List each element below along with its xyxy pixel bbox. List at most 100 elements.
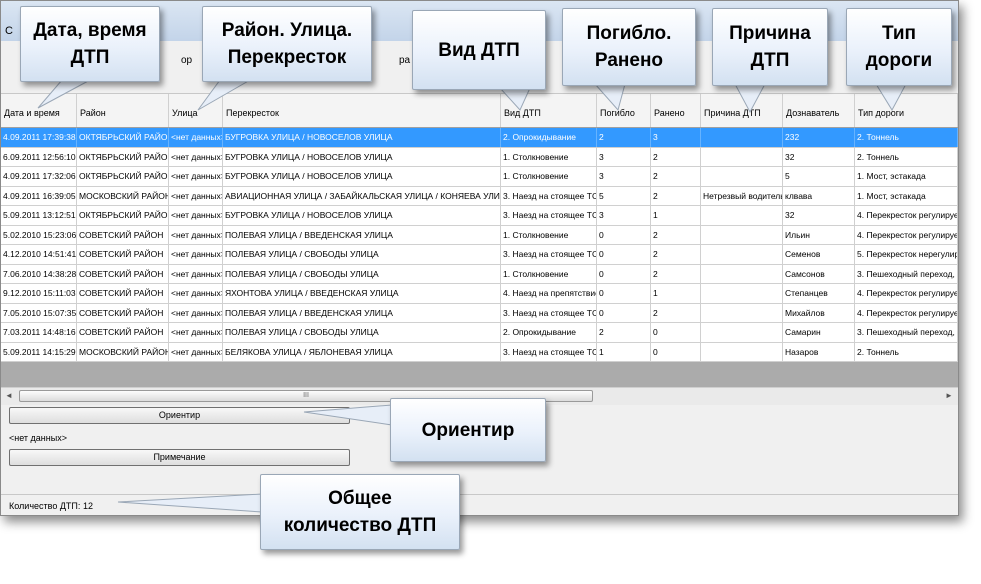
cell-investigator[interactable]: 5 [783,167,855,186]
cell-cause[interactable] [701,323,783,342]
header-road-type[interactable]: Тип дороги [855,94,958,127]
cell-type[interactable]: 3. Наезд на стоящее ТС [501,186,597,206]
cell-killed[interactable]: 3 [597,167,651,186]
cell-intersection[interactable]: БУГРОВКА УЛИЦА / НОВОСЕЛОВ УЛИЦА [223,147,501,167]
cell-district[interactable]: СОВЕТСКИЙ РАЙОН [77,323,169,342]
table-row[interactable]: 9.12.2010 15:11:03 СОВЕТСКИЙ РАЙОН <нет да… [1,284,958,304]
cell-district[interactable]: ОКТЯБРЬСКИЙ РАЙОН [77,147,169,167]
cell-type[interactable]: 2. Опрокидывание [501,323,597,342]
cell-type[interactable]: 1. Столкновение [501,167,597,186]
cell-injured[interactable]: 1 [651,284,701,303]
cell-killed[interactable]: 0 [597,284,651,303]
table-row[interactable]: 4.12.2010 14:51:41 СОВЕТСКИЙ РАЙОН <нет да… [1,245,958,265]
cell-intersection[interactable]: ПОЛЕВАЯ УЛИЦА / СВОБОДЫ УЛИЦА [223,245,501,264]
cell-investigator[interactable]: Назаров [783,342,855,362]
cell-type[interactable]: 4. Наезд на препятствие [501,284,597,303]
cell-cause[interactable]: Нетрезвый водитель [701,186,783,206]
cell-district[interactable]: МОСКОВСКИЙ РАЙОН [77,186,169,206]
table-row[interactable]: 5.09.2011 14:15:29 МОСКОВСКИЙ РАЙОН <нет д… [1,342,958,362]
cell-cause[interactable] [701,128,783,147]
cell-street[interactable]: <нет данных> [169,284,223,303]
cell-injured[interactable]: 2 [651,147,701,167]
cell-killed[interactable]: 3 [597,147,651,167]
table-row[interactable]: 6.09.2011 12:56:10 ОКТЯБРЬСКИЙ РАЙОН <нет … [1,147,958,167]
table-row[interactable]: 4.09.2011 16:39:05 МОСКОВСКИЙ РАЙОН <нет д… [1,186,958,206]
table-row[interactable]: 4.09.2011 17:32:06 ОКТЯБРЬСКИЙ РАЙОН <нет … [1,167,958,187]
cell-datetime[interactable]: 5.09.2011 13:12:51 [1,206,77,225]
header-intersection[interactable]: Перекресток [223,94,501,127]
cell-investigator[interactable]: 32 [783,147,855,167]
cell-type[interactable]: 3. Наезд на стоящее ТС [501,206,597,225]
cell-street[interactable]: <нет данных> [169,342,223,362]
cell-street[interactable]: <нет данных> [169,225,223,245]
cell-road-type[interactable]: 5. Перекресток нерегулиру [855,245,958,264]
cell-cause[interactable] [701,264,783,284]
cell-killed[interactable]: 2 [597,323,651,342]
cell-datetime[interactable]: 6.09.2011 12:56:10 [1,147,77,167]
cell-intersection[interactable]: ПОЛЕВАЯ УЛИЦА / ВВЕДЕНСКАЯ УЛИЦА [223,225,501,245]
cell-cause[interactable] [701,245,783,264]
cell-intersection[interactable]: БУГРОВКА УЛИЦА / НОВОСЕЛОВ УЛИЦА [223,206,501,225]
cell-district[interactable]: МОСКОВСКИЙ РАЙОН [77,342,169,362]
cell-investigator[interactable]: 32 [783,206,855,225]
table-row[interactable]: 4.09.2011 17:39:38 ОКТЯБРЬСКИЙ РАЙОН <нет … [1,128,958,148]
cell-datetime[interactable]: 4.09.2011 17:39:38 [1,128,77,147]
cell-datetime[interactable]: 5.02.2010 15:23:06 [1,225,77,245]
cell-road-type[interactable]: 1. Мост, эстакада [855,167,958,186]
cell-type[interactable]: 3. Наезд на стоящее ТС [501,303,597,323]
table-row[interactable]: 7.03.2011 14:48:16 СОВЕТСКИЙ РАЙОН <нет да… [1,323,958,343]
cell-street[interactable]: <нет данных> [169,206,223,225]
cell-road-type[interactable]: 4. Перекресток регулируем [855,284,958,303]
cell-datetime[interactable]: 4.12.2010 14:51:41 [1,245,77,264]
cell-injured[interactable]: 1 [651,206,701,225]
table-row[interactable]: 5.02.2010 15:23:06 СОВЕТСКИЙ РАЙОН <нет да… [1,225,958,245]
cell-intersection[interactable]: ПОЛЕВАЯ УЛИЦА / СВОБОДЫ УЛИЦА [223,323,501,342]
cell-road-type[interactable]: 1. Мост, эстакада [855,186,958,206]
cell-street[interactable]: <нет данных> [169,147,223,167]
cell-investigator[interactable]: Семенов [783,245,855,264]
cell-injured[interactable]: 2 [651,186,701,206]
cell-type[interactable]: 1. Столкновение [501,225,597,245]
cell-investigator[interactable]: клвава [783,186,855,206]
cell-intersection[interactable]: БЕЛЯКОВА УЛИЦА / ЯБЛОНЕВАЯ УЛИЦА [223,342,501,362]
cell-district[interactable]: СОВЕТСКИЙ РАЙОН [77,284,169,303]
header-datetime[interactable]: Дата и время [1,94,77,127]
note-button[interactable]: Примечание [9,449,350,466]
cell-killed[interactable]: 5 [597,186,651,206]
cell-street[interactable]: <нет данных> [169,264,223,284]
cell-injured[interactable]: 2 [651,225,701,245]
header-killed[interactable]: Погибло [597,94,651,127]
header-cause[interactable]: Причина ДТП [701,94,783,127]
cell-type[interactable]: 1. Столкновение [501,147,597,167]
cell-district[interactable]: СОВЕТСКИЙ РАЙОН [77,225,169,245]
cell-killed[interactable]: 0 [597,245,651,264]
cell-cause[interactable] [701,225,783,245]
cell-cause[interactable] [701,206,783,225]
cell-datetime[interactable]: 4.09.2011 16:39:05 [1,186,77,206]
cell-cause[interactable] [701,342,783,362]
cell-injured[interactable]: 2 [651,245,701,264]
cell-road-type[interactable]: 2. Тоннель [855,147,958,167]
cell-road-type[interactable]: 2. Тоннель [855,128,958,147]
cell-injured[interactable]: 2 [651,303,701,323]
scroll-left-icon[interactable]: ◄ [3,390,15,402]
cell-street[interactable]: <нет данных> [169,303,223,323]
cell-road-type[interactable]: 4. Перекресток регулируем [855,303,958,323]
cell-investigator[interactable]: Михайлов [783,303,855,323]
table-row[interactable]: 7.05.2010 15:07:35 СОВЕТСКИЙ РАЙОН <нет да… [1,303,958,323]
cell-street[interactable]: <нет данных> [169,186,223,206]
cell-intersection[interactable]: ПОЛЕВАЯ УЛИЦА / СВОБОДЫ УЛИЦА [223,264,501,284]
orient-button[interactable]: Ориентир [9,407,350,424]
header-district[interactable]: Район [77,94,169,127]
cell-investigator[interactable]: 232 [783,128,855,147]
cell-datetime[interactable]: 5.09.2011 14:15:29 [1,342,77,362]
cell-road-type[interactable]: 3. Пешеходный переход, 5. [855,264,958,284]
cell-datetime[interactable]: 7.03.2011 14:48:16 [1,323,77,342]
header-type[interactable]: Вид ДТП [501,94,597,127]
header-investigator[interactable]: Дознаватель [783,94,855,127]
accidents-table[interactable]: Дата и время Район Улица Перекресток Вид… [1,94,958,390]
cell-type[interactable]: 2. Опрокидывание [501,128,597,147]
cell-datetime[interactable]: 4.09.2011 17:32:06 [1,167,77,186]
cell-intersection[interactable]: АВИАЦИОННАЯ УЛИЦА / ЗАБАЙКАЛЬСКАЯ УЛИЦА … [223,186,501,206]
cell-datetime[interactable]: 7.05.2010 15:07:35 [1,303,77,323]
